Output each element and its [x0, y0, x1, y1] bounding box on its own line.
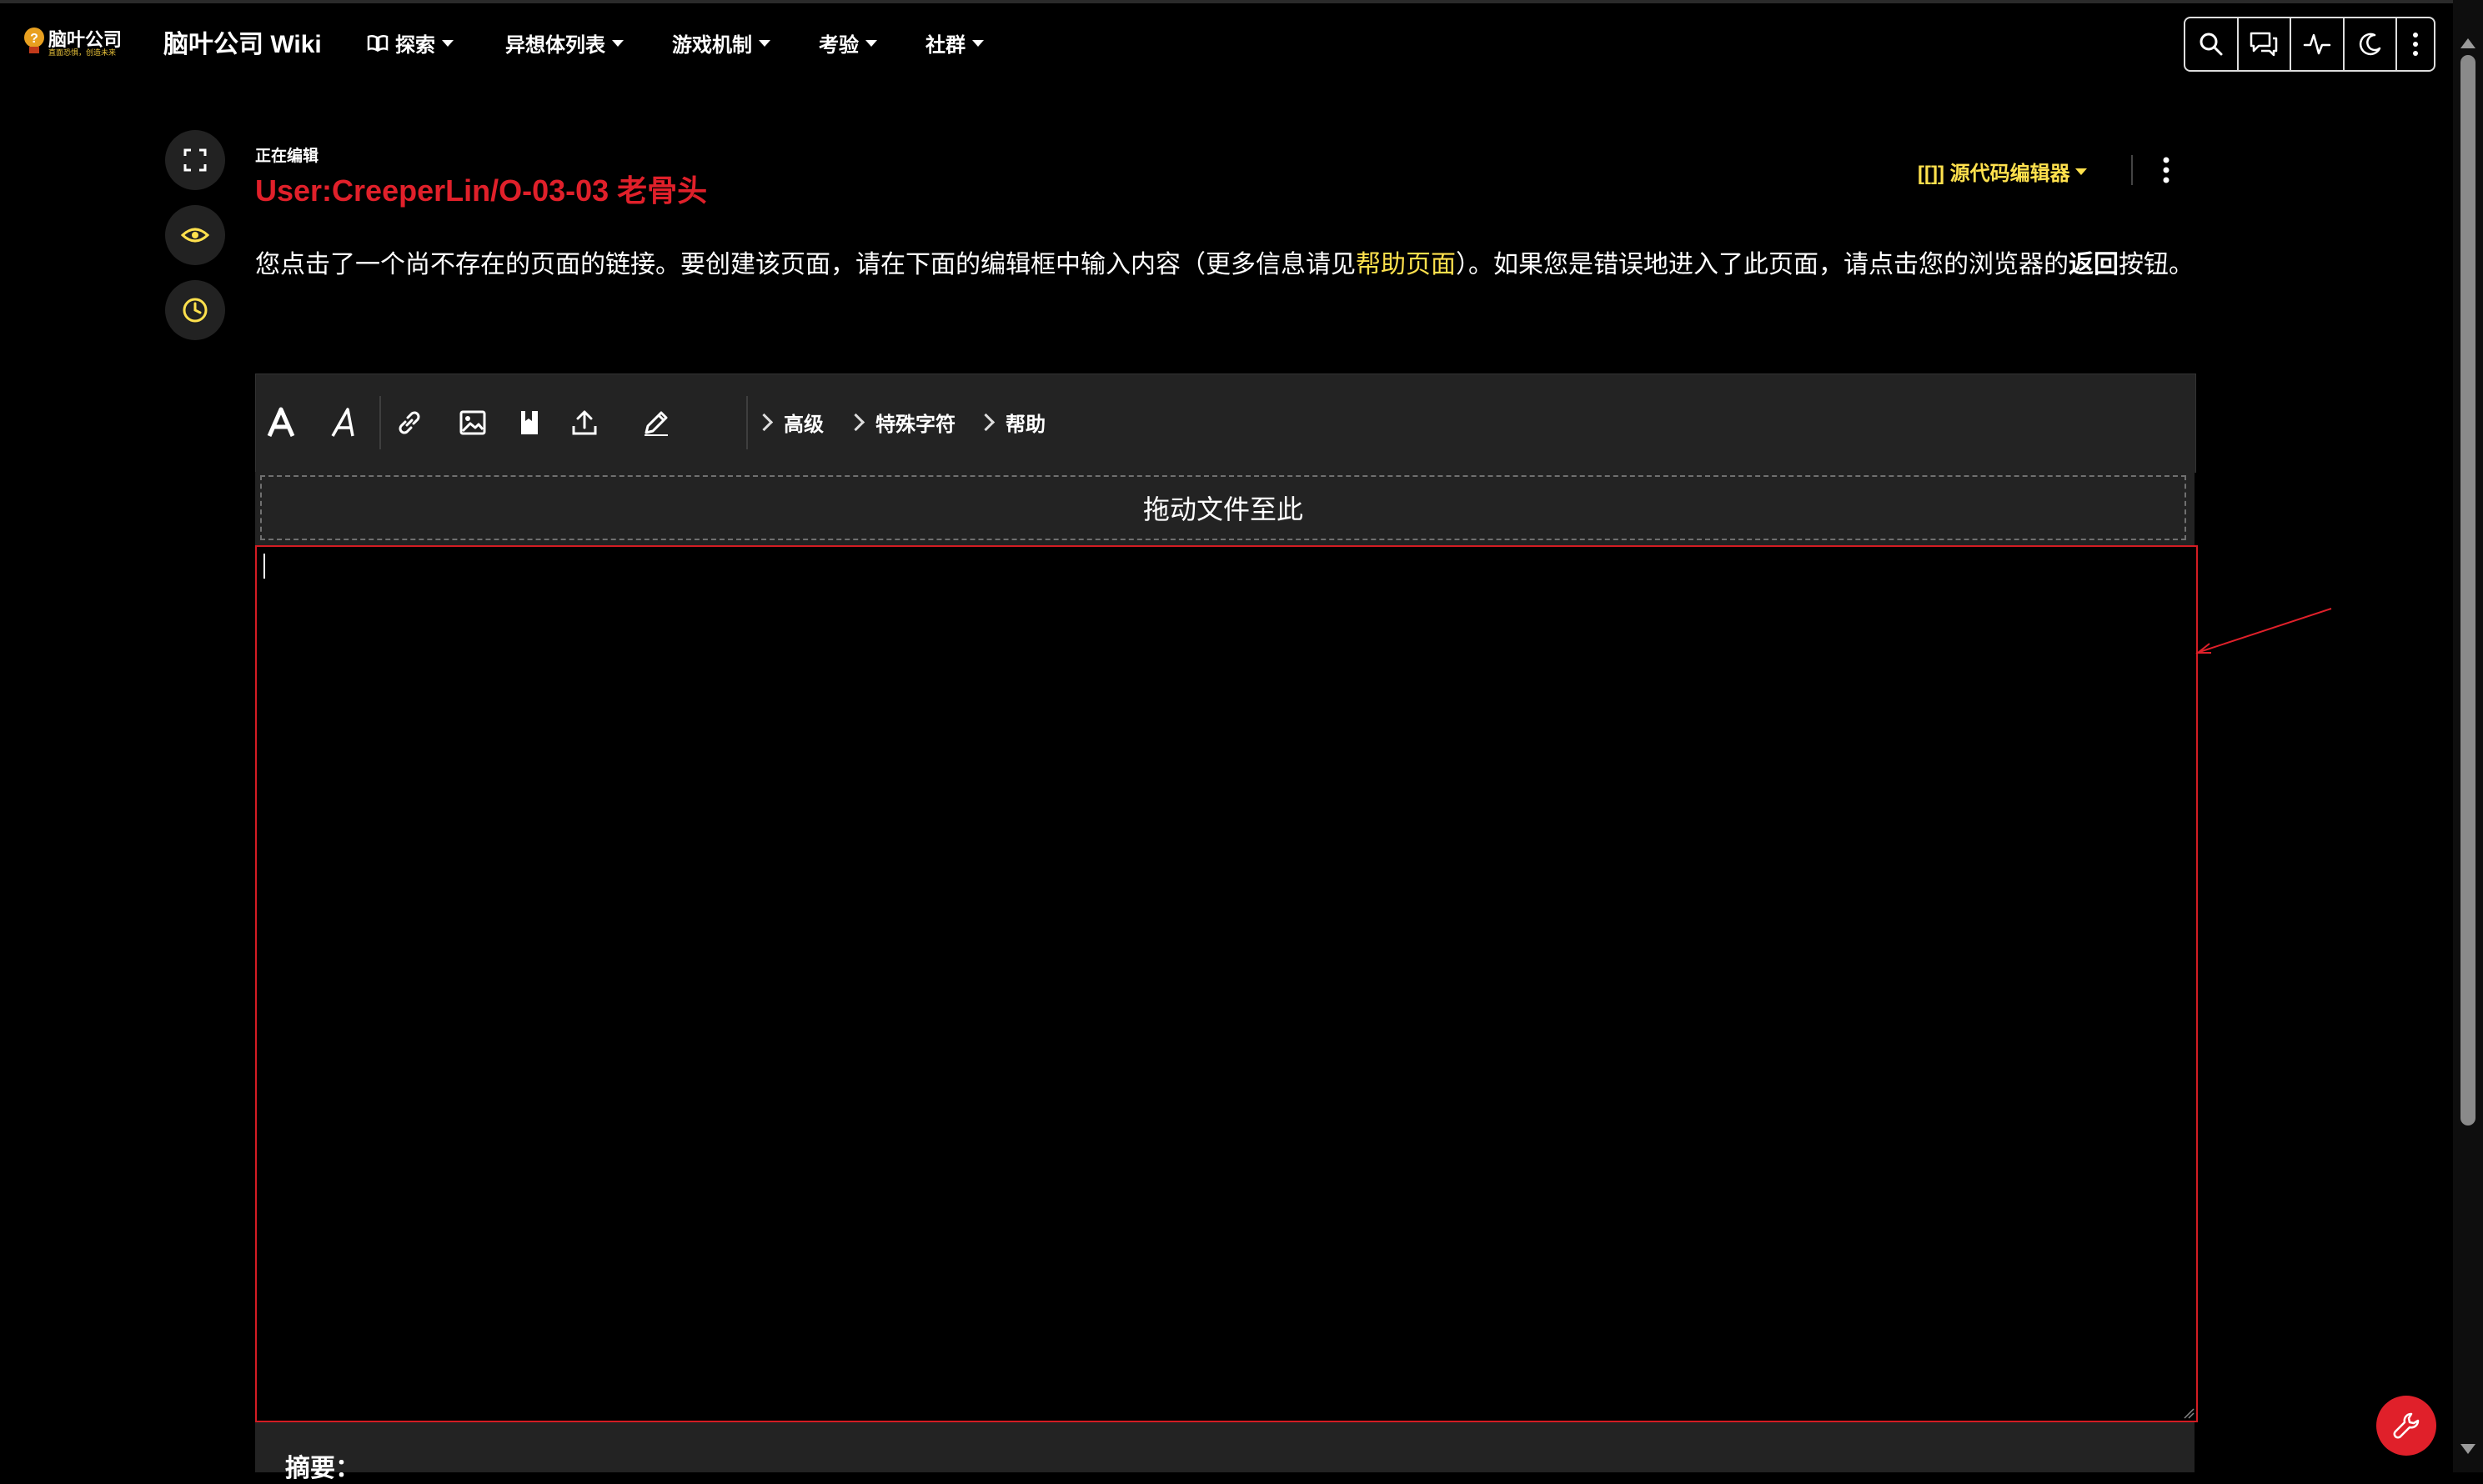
- chevron-down-icon: [612, 39, 624, 47]
- insert-image-button[interactable]: [449, 399, 496, 446]
- scroll-up-arrow-icon[interactable]: [2460, 38, 2475, 48]
- chevron-down-icon: [972, 39, 984, 47]
- resize-grip-icon[interactable]: [2183, 1407, 2195, 1419]
- scrollbar-thumb[interactable]: [2460, 55, 2475, 1126]
- talk-button[interactable]: [2239, 18, 2292, 70]
- pencil-icon: [645, 411, 668, 436]
- editing-status-label: 正在编辑: [255, 148, 319, 165]
- scroll-down-arrow-icon[interactable]: [2460, 1444, 2475, 1454]
- link-icon: [399, 411, 420, 434]
- bookmark-book-icon: [521, 411, 538, 434]
- editor-mode-label: [[]] 源代码编辑器: [1918, 163, 2070, 185]
- nav-ordeals-label: 考验: [819, 34, 859, 57]
- nav-ordeals[interactable]: 考验: [819, 28, 877, 58]
- fullscreen-button[interactable]: [165, 130, 225, 190]
- history-button[interactable]: [165, 280, 225, 340]
- recent-changes-button[interactable]: [2291, 18, 2345, 70]
- summary-label: 摘要：: [285, 1455, 360, 1482]
- talk-icon: [2250, 32, 2278, 57]
- notice-text: 您点击了一个尚不存在的页面的链接。要创建该页面，请在下面的编辑框中输入内容（更多…: [255, 251, 1356, 278]
- notice-text-end: 按钮。: [2119, 251, 2194, 278]
- nav-abnormality-list-label: 异想体列表: [505, 34, 605, 57]
- italic-button[interactable]: [321, 399, 368, 446]
- chevron-right-icon: [755, 413, 774, 432]
- link-button[interactable]: [386, 399, 433, 446]
- upload-icon: [572, 410, 597, 435]
- italic-icon: [331, 408, 354, 437]
- eye-icon: [181, 228, 209, 243]
- nav-abnormality-list[interactable]: 异想体列表: [505, 28, 624, 58]
- toolbar-group-special-characters-label: 特殊字符: [875, 414, 956, 436]
- toolbar-group-advanced-label: 高级: [784, 414, 824, 436]
- nav-game-mechanics[interactable]: 游戏机制: [672, 28, 770, 58]
- signature-button[interactable]: [633, 399, 680, 446]
- logo-subtext: 直面恐惧，创造未来: [48, 48, 117, 57]
- nav-community-label: 社群: [925, 34, 966, 57]
- search-button[interactable]: [2185, 18, 2239, 70]
- toolbar-separator: [379, 396, 381, 449]
- activity-icon: [2303, 33, 2331, 55]
- chevron-down-icon: [2074, 168, 2087, 175]
- reference-button[interactable]: [506, 399, 553, 446]
- expand-icon: [183, 148, 207, 172]
- edit-summary-area: 摘要：: [255, 1422, 2195, 1482]
- site-title[interactable]: 脑叶公司 Wiki: [163, 23, 322, 60]
- window-top-edge: [0, 0, 2483, 3]
- toolbar-separator: [746, 396, 748, 449]
- header-tools: [2184, 17, 2435, 72]
- divider: [2131, 155, 2133, 185]
- annotation-arrow-icon: [2195, 608, 2332, 654]
- dropzone-container: 拖动文件至此: [255, 472, 2195, 545]
- chevron-right-icon: [846, 413, 865, 432]
- svg-text:?: ?: [30, 32, 38, 46]
- site-header: ? 脑叶公司 直面恐惧，创造未来 脑叶公司 Wiki 探索 异想体列表 游戏机制…: [0, 5, 2451, 77]
- toolbar-group-help-label: 帮助: [1006, 414, 1046, 436]
- toolbar-group-advanced[interactable]: 高级: [755, 408, 824, 437]
- nav-explore[interactable]: 探索: [367, 28, 454, 58]
- wiki-tools-button[interactable]: [2376, 1396, 2436, 1456]
- chevron-down-icon: [865, 39, 877, 47]
- search-icon: [2200, 33, 2223, 56]
- help-page-link[interactable]: 帮助页面: [1356, 251, 1456, 278]
- upload-button[interactable]: [561, 399, 608, 446]
- file-dropzone[interactable]: 拖动文件至此: [260, 475, 2186, 540]
- preview-button[interactable]: [165, 205, 225, 265]
- bold-button[interactable]: [258, 399, 304, 446]
- more-tools-button[interactable]: [2397, 18, 2434, 70]
- wrench-icon: [2393, 1412, 2420, 1439]
- theme-moon-icon: [2359, 33, 2380, 56]
- image-icon: [459, 410, 486, 435]
- create-page-notice: 您点击了一个尚不存在的页面的链接。要创建该页面，请在下面的编辑框中输入内容（更多…: [255, 242, 2198, 288]
- page-actions-menu-button[interactable]: [2154, 153, 2178, 187]
- page-scrollbar[interactable]: [2453, 0, 2483, 1472]
- editor-mode-dropdown[interactable]: [[]] 源代码编辑器: [1918, 157, 2087, 186]
- nav-game-mechanics-label: 游戏机制: [672, 34, 752, 57]
- more-vertical-icon: [2413, 33, 2419, 56]
- toolbar-group-help[interactable]: 帮助: [976, 408, 1046, 437]
- toolbar-group-special-characters[interactable]: 特殊字符: [846, 408, 956, 437]
- editor-toolbar: 高级 特殊字符 帮助: [255, 374, 2196, 473]
- chevron-down-icon: [759, 39, 770, 47]
- chevron-down-icon: [442, 39, 454, 47]
- wikitext-textarea[interactable]: [255, 545, 2198, 1422]
- book-open-icon: [367, 34, 389, 52]
- bold-icon: [267, 407, 295, 438]
- back-text: 返回: [2069, 251, 2119, 278]
- theme-toggle-button[interactable]: [2345, 18, 2398, 70]
- page-title[interactable]: User:CreeperLin/O-03-03 老骨头: [255, 167, 707, 210]
- clock-icon: [183, 298, 208, 323]
- lightbulb-logo-icon: ?: [24, 28, 44, 53]
- notice-text-continued: ）。如果您是错误地进入了此页面，请点击您的浏览器的: [1456, 251, 2069, 278]
- chevron-right-icon: [976, 413, 996, 432]
- dropzone-text: 拖动文件至此: [1142, 494, 1303, 524]
- site-logo[interactable]: ? 脑叶公司 直面恐惧，创造未来: [22, 25, 122, 62]
- more-vertical-icon: [2163, 157, 2169, 183]
- nav-community[interactable]: 社群: [925, 28, 984, 58]
- text-cursor: [263, 554, 265, 579]
- nav-explore-label: 探索: [395, 34, 435, 57]
